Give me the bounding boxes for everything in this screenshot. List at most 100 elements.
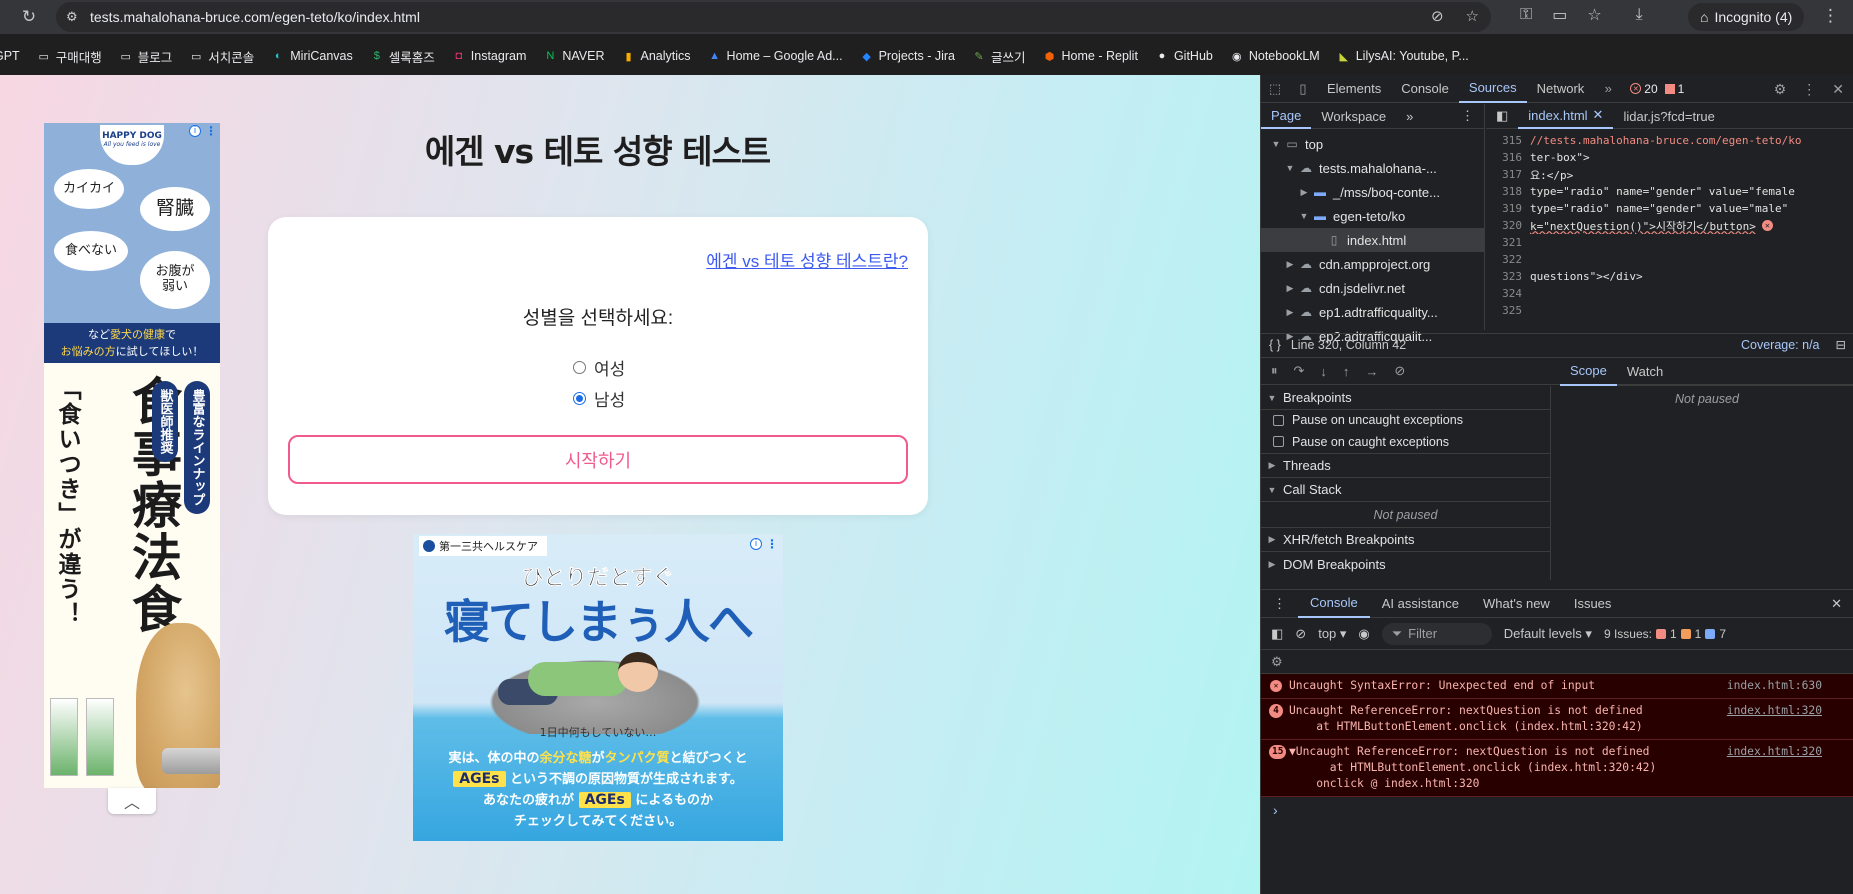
tab-ai-assistance[interactable]: AI assistance [1370,590,1471,618]
bookmark-item[interactable]: ◐ MiriCanvas [271,49,353,63]
tree-item[interactable]: ▼ ☁ tests.mahalohana-... [1261,156,1484,180]
middle-ad[interactable]: 第一三共ヘルスケア i ⋮ ひとりだとすぐ 寝てしまぅ人へ 1日中何もしていない…… [413,534,783,841]
line-number[interactable]: 320 [1486,219,1530,232]
url-text[interactable]: tests.mahalohana-bruce.com/egen-teto/ko/… [90,9,420,25]
line-number[interactable]: 319 [1486,202,1530,215]
code-line[interactable]: 316 ter-box"> [1486,149,1853,166]
reload-icon[interactable]: ↻ [14,2,44,32]
pause-uncaught-checkbox[interactable] [1273,414,1284,426]
key-icon[interactable]: ⚿ [1520,4,1532,24]
code-line[interactable]: 318 type="radio" name="gender" value="fe… [1486,183,1853,200]
toggle-navigator-icon[interactable]: ◧ [1486,104,1518,129]
tab-watch[interactable]: Watch [1617,358,1673,386]
issues-counter[interactable]: 9 Issues: 1 1 7 [1604,627,1726,641]
console-prompt[interactable]: › [1261,797,1853,823]
about-test-link[interactable]: 에겐 vs 테토 성향 테스트란? [706,247,908,272]
toggle-sidebar-icon[interactable]: ⊟ [1836,337,1846,352]
tree-item[interactable]: ▶ ▬ _/mss/boq-conte... [1261,180,1484,204]
threads-section[interactable]: ▶ Threads [1261,454,1550,478]
bookmark-item[interactable]: ◘ Instagram [452,49,526,63]
tab-console[interactable]: Console [1391,75,1459,103]
error-badge[interactable]: ✕ 20 1 [1630,82,1684,96]
code-line[interactable]: 321 [1486,234,1853,251]
deactivate-breakpoints-icon[interactable]: ⊘ [1394,363,1405,379]
devtools-menu-icon[interactable]: ⋮ [1802,81,1816,98]
code-line[interactable]: 315//tests.mahalohana-bruce.com/egen-tet… [1486,132,1853,149]
close-drawer-icon[interactable]: ✕ [1819,590,1853,618]
line-number[interactable]: 317 [1486,168,1530,181]
expand-arrow-icon[interactable]: ▶ [1283,259,1297,270]
start-button[interactable]: 시작하기 [288,435,908,484]
code-line[interactable]: 324 [1486,285,1853,302]
bookmark-item[interactable]: $ 셀록홈즈 [370,47,435,66]
device-toolbar-icon[interactable]: ▯ [1289,81,1317,97]
pause-caught-checkbox[interactable] [1273,436,1284,447]
console-error-message[interactable]: ✕ Uncaught SyntaxError: Unexpected end of… [1261,674,1853,699]
source-location-link[interactable]: index.html:630 [1727,678,1822,694]
ad-info-icon[interactable]: i [189,125,201,137]
ad-menu-icon[interactable]: ⋮ [205,124,217,138]
expand-arrow-icon[interactable]: ▼ [1283,163,1297,173]
tab-console-drawer[interactable]: Console [1298,590,1370,618]
male-radio[interactable] [573,392,586,405]
card-icon[interactable]: ▭ [1552,5,1567,24]
bookmark-item[interactable]: ▭ 서치콘솔 [189,47,254,66]
line-number[interactable]: 322 [1486,253,1530,266]
console-error-message[interactable]: 4 Uncaught ReferenceError: nextQuestion i… [1261,699,1853,740]
bookmark-item[interactable]: ▮ Analytics [622,49,690,63]
breakpoints-section[interactable]: ▼ Breakpoints [1261,386,1550,410]
ad-menu-icon[interactable]: ⋮ [766,537,778,551]
close-tab-icon[interactable]: ✕ [1593,107,1604,123]
more-tabs-icon[interactable]: » [1594,81,1622,96]
pause-uncaught-option[interactable]: Pause on uncaught exceptions [1261,410,1550,430]
ad-collapse-chevron-icon[interactable]: ︿ [108,788,156,814]
expand-arrow-icon[interactable]: ▶ [1283,283,1297,294]
bookmark-item[interactable]: ◆ Projects - Jira [860,49,955,63]
line-number[interactable]: 324 [1486,287,1530,300]
bookmarks-star-icon[interactable]: ☆ [1587,5,1601,24]
close-icon[interactable]: ✕ [1832,81,1844,98]
tree-item[interactable]: ▶ ☁ cdn.jsdelivr.net [1261,276,1484,300]
bookmark-item[interactable]: ● GitHub [1155,49,1213,63]
tab-page[interactable]: Page [1261,104,1312,129]
expand-arrow-icon[interactable]: ▼ [1297,211,1311,221]
code-line[interactable]: 317 요:</p> [1486,166,1853,183]
bookmark-item[interactable]: ◎GPT [0,49,20,63]
tree-item[interactable]: ▼ ▭ top [1261,132,1484,156]
tree-item[interactable]: ▶ ☁ ep1.adtrafficquality... [1261,300,1484,324]
ad-choices[interactable]: i ⋮ [188,123,218,139]
source-location-link[interactable]: index.html:320 [1727,744,1822,760]
line-number[interactable]: 316 [1486,151,1530,164]
navigator-menu-icon[interactable]: ⋮ [1451,104,1484,129]
settings-icon[interactable]: ⚙ [1774,81,1787,98]
radio-option-male[interactable]: 남성 [573,386,625,411]
log-levels-dropdown[interactable]: Default levels ▾ [1504,626,1592,642]
line-number[interactable]: 323 [1486,270,1530,283]
tab-elements[interactable]: Elements [1317,75,1391,103]
bookmark-item[interactable]: ◣ LilysAI: Youtube, P... [1337,49,1468,63]
live-expression-icon[interactable]: ◉ [1358,626,1369,642]
line-number[interactable]: 315 [1486,134,1530,147]
line-number[interactable]: 325 [1486,304,1530,317]
dom-breakpoints-section[interactable]: ▶ DOM Breakpoints [1261,552,1550,576]
bookmark-item[interactable]: ✎ 글쓰기 [972,47,1025,66]
source-location-link[interactable]: index.html:320 [1727,703,1822,719]
code-line[interactable]: 323 questions"></div> [1486,268,1853,285]
sidebar-toggle-icon[interactable]: ◧ [1271,626,1283,642]
more-nav-tabs-icon[interactable]: » [1396,104,1423,129]
pause-caught-option[interactable]: Pause on caught exceptions [1261,430,1550,454]
site-info-icon[interactable]: ⚙ [66,10,86,25]
code-line[interactable]: 320 k="nextQuestion()">시작하기</button> ✕ [1486,217,1853,234]
filter-input[interactable]: ⏷ Filter [1381,622,1492,645]
tab-network[interactable]: Network [1527,75,1595,103]
bookmark-item[interactable]: ▲ Home – Google Ad... [708,49,843,63]
bookmark-item[interactable]: ⬢ Home - Replit [1043,49,1138,63]
xhr-breakpoints-section[interactable]: ▶ XHR/fetch Breakpoints [1261,528,1550,552]
tab-workspace[interactable]: Workspace [1311,104,1396,129]
expand-arrow-icon[interactable]: ▼ [1269,139,1283,149]
drawer-menu-icon[interactable]: ⋮ [1261,590,1298,618]
editor-tab-index[interactable]: index.html ✕ [1518,104,1614,129]
step-into-icon[interactable]: ↓ [1320,364,1327,379]
inspect-icon[interactable]: ⬚ [1261,81,1289,97]
code-line[interactable]: 322 [1486,251,1853,268]
